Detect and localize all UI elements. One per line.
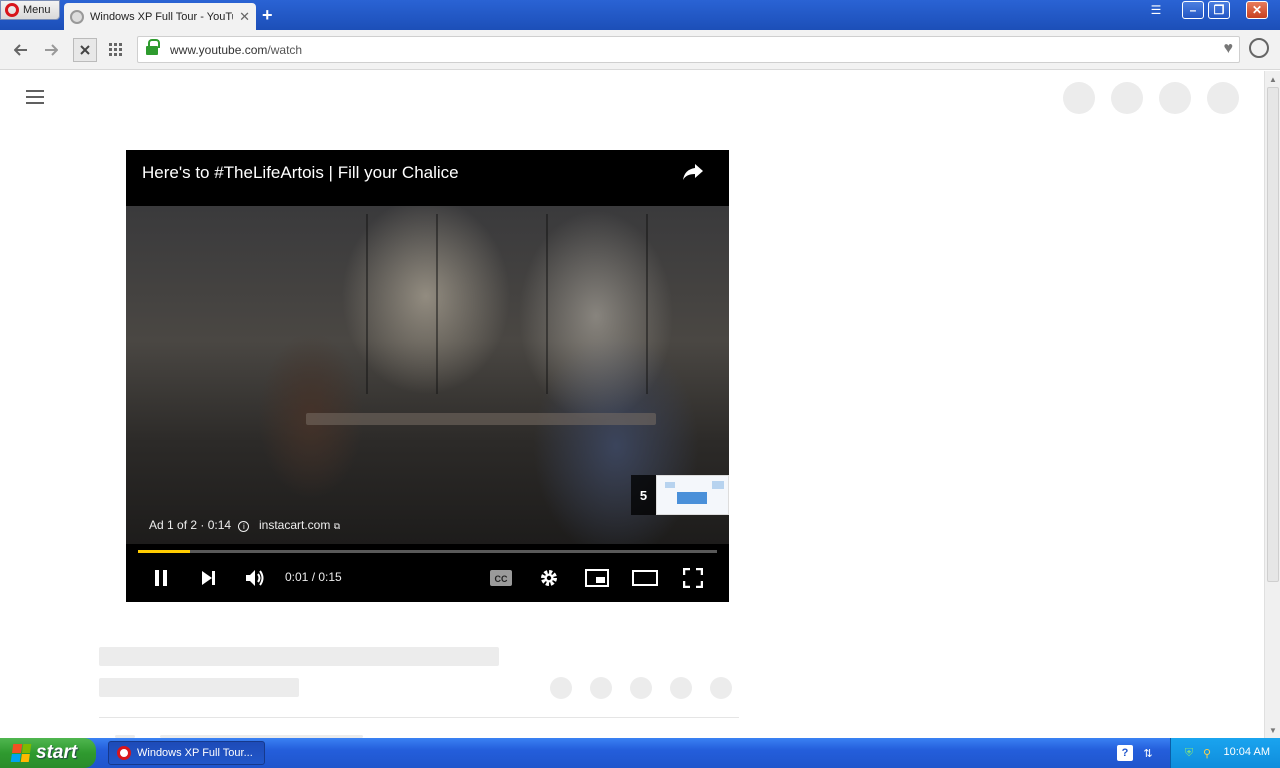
- scroll-up-arrow-icon[interactable]: ▲: [1265, 71, 1280, 87]
- action-placeholder-circle: [550, 677, 572, 699]
- help-icon[interactable]: ?: [1117, 745, 1133, 761]
- divider: [99, 717, 739, 718]
- network-icon[interactable]: ⇅: [1140, 745, 1156, 761]
- start-label: start: [36, 742, 78, 763]
- meta-placeholder: [99, 678, 299, 697]
- svg-text:CC: CC: [495, 574, 508, 584]
- fullscreen-icon[interactable]: [677, 565, 709, 591]
- search-icon[interactable]: ⚲: [1199, 745, 1215, 761]
- back-icon[interactable]: [9, 38, 33, 62]
- new-tab-button[interactable]: +: [262, 5, 273, 26]
- taskbar-item-opera[interactable]: Windows XP Full Tour...: [108, 741, 265, 765]
- menu-label: Menu: [23, 4, 51, 16]
- minimize-button[interactable]: –: [1182, 1, 1204, 19]
- close-window-button[interactable]: ✕: [1246, 1, 1268, 19]
- opera-menu-button[interactable]: Menu: [0, 0, 60, 20]
- progress-fill: [138, 550, 191, 553]
- system-tray: ⛨ ⚲ 10:04 AM: [1170, 738, 1280, 768]
- title-placeholder: [99, 647, 499, 666]
- header-placeholder-circle: [1207, 82, 1239, 114]
- account-icon[interactable]: [1249, 38, 1269, 58]
- maximize-button[interactable]: ❐: [1208, 1, 1230, 19]
- tab-close-icon[interactable]: ✕: [239, 9, 250, 25]
- tab-favicon-icon: [70, 9, 84, 24]
- page-scrollbar[interactable]: ▲ ▼: [1264, 71, 1280, 738]
- header-placeholder-circle: [1159, 82, 1191, 114]
- header-placeholder-circle: [1063, 82, 1095, 114]
- action-placeholder-circle: [710, 677, 732, 699]
- progress-bar[interactable]: [138, 550, 717, 553]
- lock-icon: [146, 39, 160, 55]
- info-icon[interactable]: i: [238, 521, 250, 532]
- url-text[interactable]: www.youtube.com/watch: [170, 43, 302, 57]
- settings-icon[interactable]: [533, 565, 565, 591]
- skip-countdown: 5: [631, 475, 656, 515]
- opera-logo-icon: [5, 3, 19, 17]
- tab-title: Windows XP Full Tour - YouTube: [90, 10, 233, 23]
- browser-toolbar: www.youtube.com/watch ♥: [0, 30, 1280, 70]
- browser-titlebar: Menu Windows XP Full Tour - YouTube ✕ + …: [0, 0, 1280, 30]
- video-title[interactable]: Here's to #TheLifeArtois | Fill your Cha…: [142, 163, 459, 183]
- windows-flag-icon: [10, 744, 32, 762]
- scroll-down-arrow-icon[interactable]: ▼: [1265, 722, 1280, 738]
- ad-info: Ad 1 of 2 · 0:14 i: [149, 518, 250, 532]
- header-placeholder-circle: [1111, 82, 1143, 114]
- address-bar[interactable]: www.youtube.com/watch ♥: [137, 36, 1240, 63]
- share-icon[interactable]: [681, 162, 707, 184]
- task-label: Windows XP Full Tour...: [137, 747, 253, 759]
- heart-icon[interactable]: ♥: [1224, 40, 1234, 58]
- opera-icon: [117, 746, 131, 760]
- windows-taskbar: start Windows XP Full Tour... ? ⇅ ⛨ ⚲ 10…: [0, 738, 1280, 768]
- hamburger-menu-icon[interactable]: [26, 90, 46, 106]
- security-shield-icon[interactable]: ⛨: [1181, 745, 1197, 761]
- theater-icon[interactable]: [629, 565, 661, 591]
- next-ad-thumbnail: [656, 475, 729, 515]
- scrollbar-thumb[interactable]: [1267, 87, 1279, 582]
- next-icon[interactable]: [192, 565, 224, 591]
- pause-icon[interactable]: [145, 565, 177, 591]
- clock: 10:04 AM: [1223, 746, 1270, 758]
- speed-dial-icon[interactable]: [104, 38, 128, 62]
- stop-loading-button[interactable]: [73, 38, 97, 62]
- youtube-page: Here's to #TheLifeArtois | Fill your Cha…: [0, 71, 1264, 738]
- tab-youtube[interactable]: Windows XP Full Tour - YouTube ✕: [64, 3, 256, 30]
- start-button[interactable]: start: [0, 738, 96, 768]
- forward-icon[interactable]: [39, 38, 63, 62]
- action-placeholder-circle: [630, 677, 652, 699]
- close-icon: [80, 45, 90, 55]
- external-link-icon: ⧉: [333, 521, 341, 531]
- action-placeholder-circle: [670, 677, 692, 699]
- action-placeholder-circle: [590, 677, 612, 699]
- cc-icon[interactable]: CC: [485, 565, 517, 591]
- ad-advertiser-link[interactable]: instacart.com ⧉: [259, 518, 340, 532]
- video-player[interactable]: Here's to #TheLifeArtois | Fill your Cha…: [126, 150, 729, 602]
- volume-icon[interactable]: [239, 565, 271, 591]
- miniplayer-icon[interactable]: [581, 565, 613, 591]
- time-display: 0:01 / 0:15: [285, 570, 342, 584]
- tab-menu-icon[interactable]: ☰: [1143, 0, 1169, 20]
